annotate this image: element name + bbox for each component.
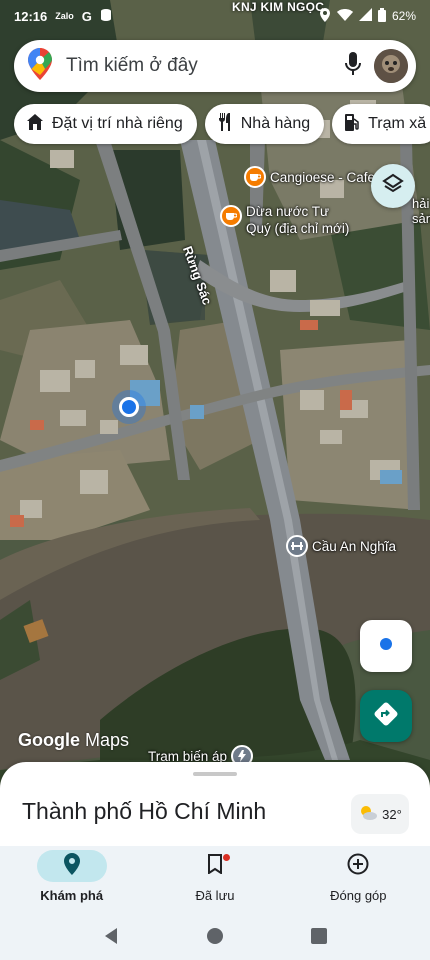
sheet-title: Thành phố Hồ Chí Minh	[22, 798, 267, 824]
directions-button[interactable]	[360, 690, 412, 742]
poi-dua-nuoc-tu-quy[interactable]: Dừa nước Tư Quý (địa chỉ mới)	[220, 203, 349, 237]
zalo-notification-icon: Zalo	[55, 11, 74, 21]
tab-label: Đã lưu	[195, 888, 235, 903]
status-left: 12:16 Zalo G	[14, 8, 112, 25]
bottom-navigation: Khám phá Đã lưu Đóng góp	[0, 846, 430, 916]
category-chips: Đặt vị trí nhà riêng Nhà hàng Trạm xă	[14, 104, 430, 144]
back-icon[interactable]	[103, 927, 119, 950]
location-pin-icon	[63, 852, 80, 880]
battery-percent: 62%	[391, 9, 416, 23]
microphone-icon[interactable]	[344, 51, 362, 81]
system-navigation-bar	[0, 916, 430, 960]
avatar[interactable]	[374, 49, 408, 83]
home-circle-icon[interactable]	[206, 927, 224, 950]
cafe-icon	[220, 205, 242, 227]
tab-indicator	[36, 850, 107, 882]
bookmark-icon	[207, 853, 223, 879]
my-location-dot	[119, 397, 139, 417]
status-time: 12:16	[14, 8, 48, 24]
layers-icon	[382, 173, 404, 200]
status-bar: 12:16 Zalo G 62%	[0, 0, 430, 32]
partly-sunny-icon	[358, 804, 378, 825]
chip-label: Đặt vị trí nhà riêng	[52, 115, 183, 132]
chip-set-home[interactable]: Đặt vị trí nhà riêng	[14, 104, 197, 144]
sheet-drag-handle[interactable]	[193, 772, 237, 776]
bottom-sheet[interactable]: Thành phố Hồ Chí Minh 32°	[0, 762, 430, 850]
chip-label: Nhà hàng	[240, 115, 311, 132]
battery-icon	[377, 7, 386, 25]
signal-icon	[358, 8, 372, 24]
tab-indicator	[180, 850, 250, 882]
cafe-icon	[244, 166, 266, 188]
gas-station-icon	[344, 113, 360, 136]
tab-saved[interactable]: Đã lưu	[143, 846, 286, 916]
restaurant-icon	[217, 112, 233, 136]
google-notification-icon: G	[81, 8, 92, 24]
layers-button[interactable]	[371, 164, 415, 208]
search-bar[interactable]: Tìm kiếm ở đây	[14, 40, 416, 92]
chip-label: Trạm xă	[368, 115, 427, 132]
tab-indicator	[323, 850, 393, 882]
temperature: 32°	[382, 806, 402, 822]
status-right: 62%	[319, 7, 416, 25]
my-location-icon	[374, 632, 398, 661]
logo-google-text: Google	[18, 730, 80, 750]
my-location-button[interactable]	[360, 620, 412, 672]
tab-label: Đóng góp	[330, 888, 387, 903]
chip-gas-station[interactable]: Trạm xă	[332, 104, 430, 144]
wifi-icon	[336, 8, 353, 24]
location-status-icon	[319, 7, 331, 25]
chip-restaurants[interactable]: Nhà hàng	[204, 104, 325, 144]
home-icon	[26, 113, 44, 136]
bridge-icon	[286, 535, 308, 557]
add-circle-icon	[347, 853, 369, 880]
logo-maps-text: Maps	[85, 730, 130, 750]
partial-map-label: hải sản	[412, 196, 430, 226]
poi-label: Cầu An Nghĩa	[312, 538, 397, 554]
google-maps-pin-icon	[28, 47, 52, 85]
tab-contribute[interactable]: Đóng góp	[287, 846, 430, 916]
tab-explore[interactable]: Khám phá	[0, 846, 143, 916]
weather-badge[interactable]: 32°	[351, 794, 409, 834]
directions-icon	[373, 701, 399, 732]
notification-dot	[222, 854, 230, 861]
google-maps-logo: Google Maps	[18, 730, 129, 751]
poi-cau-an-nghia[interactable]: Cầu An Nghĩa	[286, 535, 396, 557]
database-notification-icon	[100, 8, 112, 25]
search-input[interactable]: Tìm kiếm ở đây	[66, 55, 344, 77]
recents-icon[interactable]	[310, 927, 327, 949]
tab-label: Khám phá	[40, 888, 104, 903]
poi-label: Dừa nước Tư Quý (địa chỉ mới)	[246, 204, 350, 236]
